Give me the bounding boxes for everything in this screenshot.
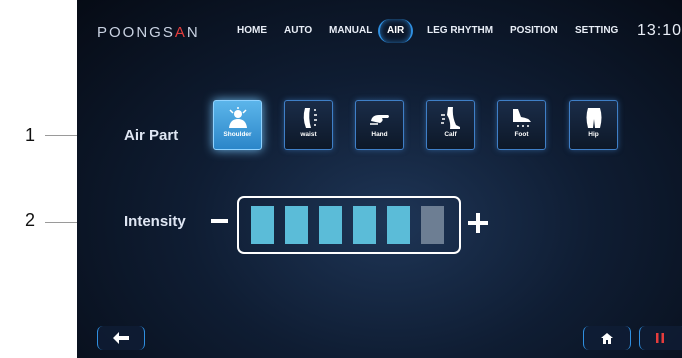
air-part-waist-button[interactable]: waist bbox=[284, 100, 333, 150]
home-button[interactable] bbox=[583, 326, 631, 350]
intensity-level-cell bbox=[353, 206, 376, 244]
nav-position[interactable]: POSITION bbox=[510, 19, 558, 43]
intensity-decrease-button[interactable] bbox=[211, 219, 228, 223]
air-part-shoulder-button[interactable]: Shoulder bbox=[213, 100, 262, 150]
pause-icon bbox=[656, 333, 664, 343]
air-part-hand-label: Hand bbox=[371, 131, 388, 138]
back-button[interactable] bbox=[97, 326, 145, 350]
nav-air[interactable]: AIR bbox=[378, 19, 414, 43]
back-arrow-icon bbox=[113, 332, 129, 344]
hand-icon bbox=[369, 115, 389, 125]
intensity-level-cell bbox=[285, 206, 308, 244]
callout-number-2: 2 bbox=[25, 210, 36, 230]
foot-icon bbox=[512, 109, 531, 127]
air-part-foot-label: Foot bbox=[514, 131, 529, 138]
air-part-calf-label: Calf bbox=[444, 131, 457, 138]
air-part-foot-button[interactable]: Foot bbox=[497, 100, 546, 150]
intensity-increase-button[interactable] bbox=[468, 213, 488, 233]
shoulder-icon bbox=[228, 107, 247, 128]
air-part-waist-label: waist bbox=[300, 131, 317, 138]
top-nav: HOME AUTO MANUAL AIR LEG RHYTHM POSITION… bbox=[237, 19, 682, 43]
brand-logo: POONGSAN bbox=[97, 24, 200, 41]
hip-icon bbox=[586, 108, 601, 128]
calf-icon bbox=[440, 107, 460, 129]
pause-button[interactable] bbox=[639, 326, 682, 350]
intensity-level-cell bbox=[421, 206, 444, 244]
intensity-meter bbox=[237, 196, 461, 254]
air-part-hip-label: Hip bbox=[588, 131, 599, 138]
air-part-hand-button[interactable]: Hand bbox=[355, 100, 404, 150]
air-part-calf-button[interactable]: Calf bbox=[426, 100, 475, 150]
intensity-level-cell bbox=[251, 206, 274, 244]
clock: 13:10 bbox=[636, 22, 682, 39]
air-part-label: Air Part bbox=[124, 127, 179, 144]
intensity-label: Intensity bbox=[124, 213, 186, 230]
air-part-hip-button[interactable]: Hip bbox=[569, 100, 618, 150]
nav-setting[interactable]: SETTING bbox=[575, 19, 618, 43]
nav-manual[interactable]: MANUAL bbox=[329, 19, 372, 43]
callout-number-1: 1 bbox=[25, 125, 36, 145]
intensity-level-cell bbox=[387, 206, 410, 244]
home-icon bbox=[601, 333, 613, 344]
waist-icon bbox=[303, 108, 317, 128]
device-screen: POONGSAN HOME AUTO MANUAL AIR LEG RHYTHM… bbox=[77, 0, 682, 358]
air-part-shoulder-label: Shoulder bbox=[223, 131, 252, 138]
nav-auto[interactable]: AUTO bbox=[284, 19, 312, 43]
intensity-level-cell bbox=[319, 206, 342, 244]
nav-leg-rhythm[interactable]: LEG RHYTHM bbox=[427, 19, 493, 43]
nav-home[interactable]: HOME bbox=[237, 19, 267, 43]
